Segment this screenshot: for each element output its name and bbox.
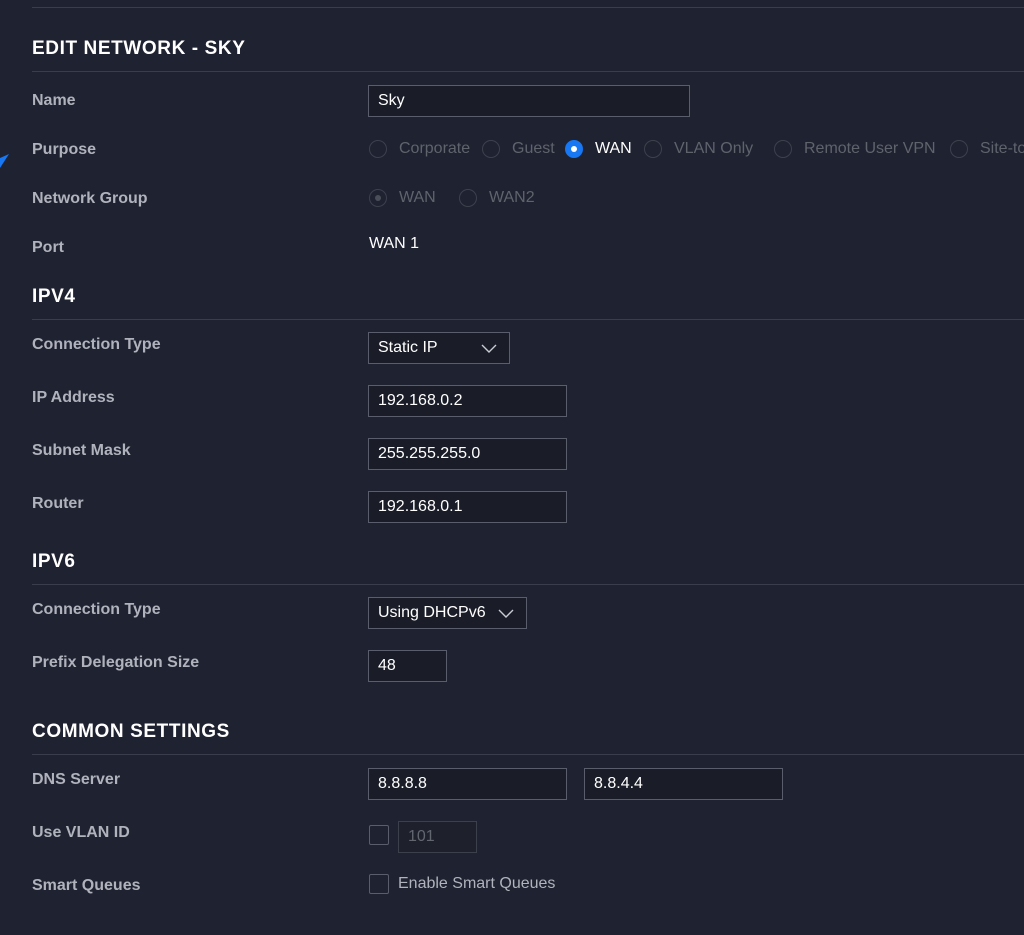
ip-address-label: IP Address xyxy=(32,389,115,406)
prefix-delegation-size-input[interactable] xyxy=(368,650,447,682)
enable-smart-queues-label: Enable Smart Queues xyxy=(398,875,556,892)
network-group-radio-group: WAN WAN2 xyxy=(369,187,569,209)
radio-circle-icon xyxy=(774,140,792,158)
purpose-option-remote-user-vpn[interactable]: Remote User VPN xyxy=(774,138,936,160)
port-value: WAN 1 xyxy=(369,235,420,252)
use-vlan-id-checkbox[interactable] xyxy=(369,825,389,845)
enable-smart-queues-checkbox[interactable] xyxy=(369,874,389,894)
corner-marker-icon xyxy=(0,154,9,168)
title-divider xyxy=(32,71,1024,72)
name-label: Name xyxy=(32,92,76,109)
ipv4-connection-type-select[interactable]: Static IP xyxy=(368,332,510,364)
dns-server-primary-input[interactable] xyxy=(368,768,567,800)
radio-circle-icon xyxy=(950,140,968,158)
ipv6-section-title: IPV6 xyxy=(32,551,76,572)
router-label: Router xyxy=(32,495,84,512)
prefix-delegation-size-label: Prefix Delegation Size xyxy=(32,654,200,671)
purpose-option-vlan-only[interactable]: VLAN Only xyxy=(644,138,753,160)
ipv6-connection-type-select[interactable]: Using DHCPv6 xyxy=(368,597,527,629)
router-input[interactable] xyxy=(368,491,567,523)
network-group-label: Network Group xyxy=(32,190,148,207)
ip-address-input[interactable] xyxy=(368,385,567,417)
purpose-option-guest[interactable]: Guest xyxy=(482,138,555,160)
network-group-option-wan2[interactable]: WAN2 xyxy=(459,187,535,209)
radio-selected-icon xyxy=(565,140,583,158)
purpose-label: Purpose xyxy=(32,141,97,158)
ipv4-section-title: IPV4 xyxy=(32,286,76,307)
purpose-radio-group: Corporate Guest WAN VLAN Only Remote Use… xyxy=(369,138,1024,160)
top-divider xyxy=(32,7,1024,8)
ipv6-connection-type-label: Connection Type xyxy=(32,601,161,618)
ipv6-connection-type-value: Using DHCPv6 xyxy=(378,604,486,621)
vlan-id-input[interactable] xyxy=(398,821,477,853)
common-settings-divider xyxy=(32,754,1024,755)
purpose-option-site-to-site[interactable]: Site-to xyxy=(950,138,1024,160)
chevron-down-icon xyxy=(481,344,497,353)
ipv6-divider xyxy=(32,584,1024,585)
use-vlan-id-label: Use VLAN ID xyxy=(32,824,130,841)
network-group-option-wan[interactable]: WAN xyxy=(369,187,436,209)
common-settings-section-title: COMMON SETTINGS xyxy=(32,721,230,742)
ipv4-connection-type-value: Static IP xyxy=(378,339,438,356)
radio-circle-icon xyxy=(482,140,500,158)
purpose-option-corporate[interactable]: Corporate xyxy=(369,138,470,160)
radio-circle-icon xyxy=(459,189,477,207)
radio-selected-icon xyxy=(369,189,387,207)
dns-server-secondary-input[interactable] xyxy=(584,768,783,800)
radio-circle-icon xyxy=(369,140,387,158)
page-title: EDIT NETWORK - SKY xyxy=(32,38,246,59)
subnet-mask-label: Subnet Mask xyxy=(32,442,131,459)
port-label: Port xyxy=(32,239,64,256)
dns-server-label: DNS Server xyxy=(32,771,121,788)
ipv4-divider xyxy=(32,319,1024,320)
smart-queues-label: Smart Queues xyxy=(32,877,141,894)
ipv4-connection-type-label: Connection Type xyxy=(32,336,161,353)
purpose-option-wan[interactable]: WAN xyxy=(565,138,632,160)
subnet-mask-input[interactable] xyxy=(368,438,567,470)
name-input[interactable] xyxy=(368,85,690,117)
chevron-down-icon xyxy=(498,609,514,618)
radio-circle-icon xyxy=(644,140,662,158)
